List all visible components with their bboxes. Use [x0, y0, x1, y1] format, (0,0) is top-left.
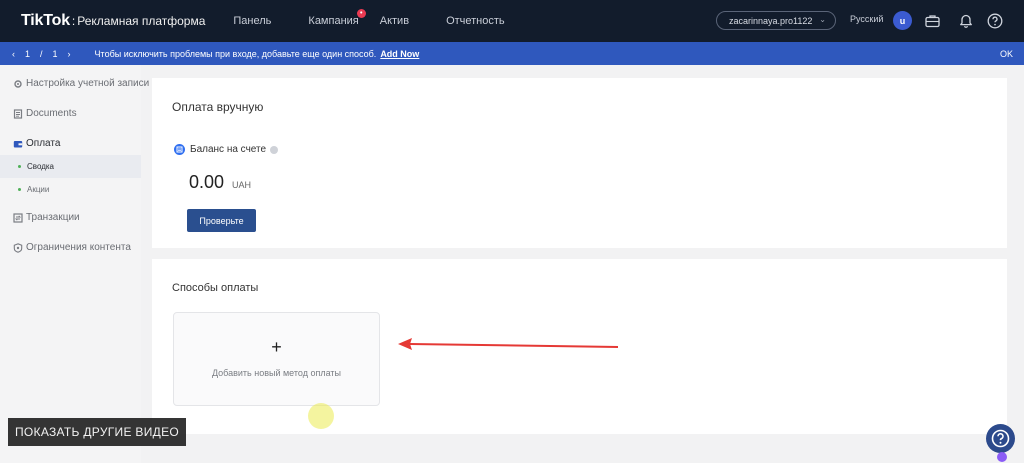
banner-ok-button[interactable]: OK: [1000, 49, 1013, 59]
document-icon: [13, 108, 23, 119]
avatar[interactable]: u: [893, 11, 912, 30]
manual-payment-title: Оплата вручную: [172, 100, 264, 114]
help-chat-button[interactable]: [986, 424, 1015, 453]
balance-value: 0.00: [189, 172, 225, 192]
top-navigation-bar: TikTok : Рекламная платформа Панель Камп…: [0, 0, 1024, 42]
sidebar-item-payment[interactable]: Оплата: [13, 138, 60, 149]
sidebar-item-promotions[interactable]: Акции: [0, 178, 141, 201]
question-icon: [991, 429, 1010, 448]
page-current: 1: [25, 48, 31, 59]
bell-icon[interactable]: [957, 12, 974, 29]
wallet-icon: [13, 139, 23, 149]
next-arrow-icon[interactable]: ›: [68, 49, 71, 59]
plus-icon: +: [271, 337, 282, 357]
info-icon[interactable]: [270, 145, 279, 154]
briefcase-icon[interactable]: [924, 12, 941, 29]
account-selector[interactable]: zacarinnaya.pro1122 ⌄: [716, 11, 836, 30]
transactions-icon: [13, 212, 23, 223]
cursor-highlight: [308, 403, 334, 429]
sidebar-item-label: Сводка: [27, 162, 55, 171]
banner-message: Чтобы исключить проблемы при входе, доба…: [94, 48, 377, 59]
add-payment-method-button[interactable]: + Добавить новый метод оплаты: [173, 312, 380, 406]
nav-campaign[interactable]: Кампания •: [308, 9, 366, 27]
nav-dashboard[interactable]: Панель: [233, 15, 271, 27]
logo-separator: :: [71, 14, 76, 28]
nav-assets[interactable]: Актив: [380, 15, 409, 27]
platform-name: Рекламная платформа: [77, 14, 206, 28]
check-button[interactable]: Проверьте: [187, 209, 256, 232]
shield-icon: [13, 242, 23, 253]
balance-label-row: Баланс на счете: [174, 144, 279, 155]
show-other-videos-button[interactable]: ПОКАЗАТЬ ДРУГИЕ ВИДЕО: [8, 418, 186, 446]
bullet-icon: [18, 165, 21, 168]
chevron-down-icon: ⌄: [819, 15, 826, 24]
tiktok-logo[interactable]: TikTok : Рекламная платформа: [21, 12, 205, 30]
security-banner: ‹ 1 / 1 › Чтобы исключить проблемы при в…: [0, 42, 1024, 65]
red-arrow-annotation: [398, 338, 619, 350]
account-name: zacarinnaya.pro1122: [729, 15, 813, 26]
sidebar-item-summary[interactable]: Сводка: [0, 155, 141, 178]
balance-label: Баланс на счете: [190, 144, 267, 155]
help-icon[interactable]: [986, 12, 1003, 29]
page-separator: /: [40, 48, 43, 59]
notification-badge: •: [356, 9, 366, 18]
sidebar-item-label: Транзакции: [26, 212, 80, 223]
bullet-icon: [18, 188, 21, 191]
add-now-link[interactable]: Add Now: [380, 49, 419, 59]
add-payment-method-label: Добавить новый метод оплаты: [211, 368, 342, 378]
sidebar: Настройка учетной записи Documents Оплат…: [0, 65, 149, 463]
nav-reporting[interactable]: Отчетность: [446, 15, 505, 27]
balance-amount: 0.00 UAH: [189, 172, 251, 193]
page-total: 1: [52, 48, 58, 59]
sidebar-item-label: Акции: [27, 185, 50, 194]
sidebar-item-transactions[interactable]: Транзакции: [13, 212, 80, 223]
prev-arrow-icon[interactable]: ‹: [12, 49, 15, 59]
gear-icon: [13, 79, 23, 89]
balance-icon: [174, 144, 185, 155]
manual-payment-card: Оплата вручную Баланс на счете 0.00 UAH …: [152, 78, 1007, 248]
main-nav: Панель Кампания • Актив Отчетность: [233, 9, 525, 27]
sidebar-item-label: Ограничения контента: [26, 242, 131, 253]
nav-campaign-label: Кампания: [308, 15, 359, 27]
sidebar-item-label: Documents: [26, 108, 77, 119]
logo-wordmark: TikTok: [21, 12, 70, 29]
language-selector[interactable]: Русский: [850, 14, 883, 24]
sidebar-item-content-restrictions[interactable]: Ограничения контента: [13, 242, 131, 253]
balance-currency: UAH: [232, 180, 252, 190]
sidebar-item-label: Оплата: [26, 138, 61, 149]
widget-indicator-icon: [997, 452, 1007, 462]
sidebar-item-label: Настройка учетной записи: [26, 78, 150, 89]
sidebar-item-account-settings[interactable]: Настройка учетной записи: [13, 78, 149, 89]
banner-pager: ‹ 1 / 1 ›: [12, 49, 81, 59]
sidebar-item-documents[interactable]: Documents: [13, 108, 77, 119]
payment-methods-title: Способы оплаты: [172, 282, 259, 294]
